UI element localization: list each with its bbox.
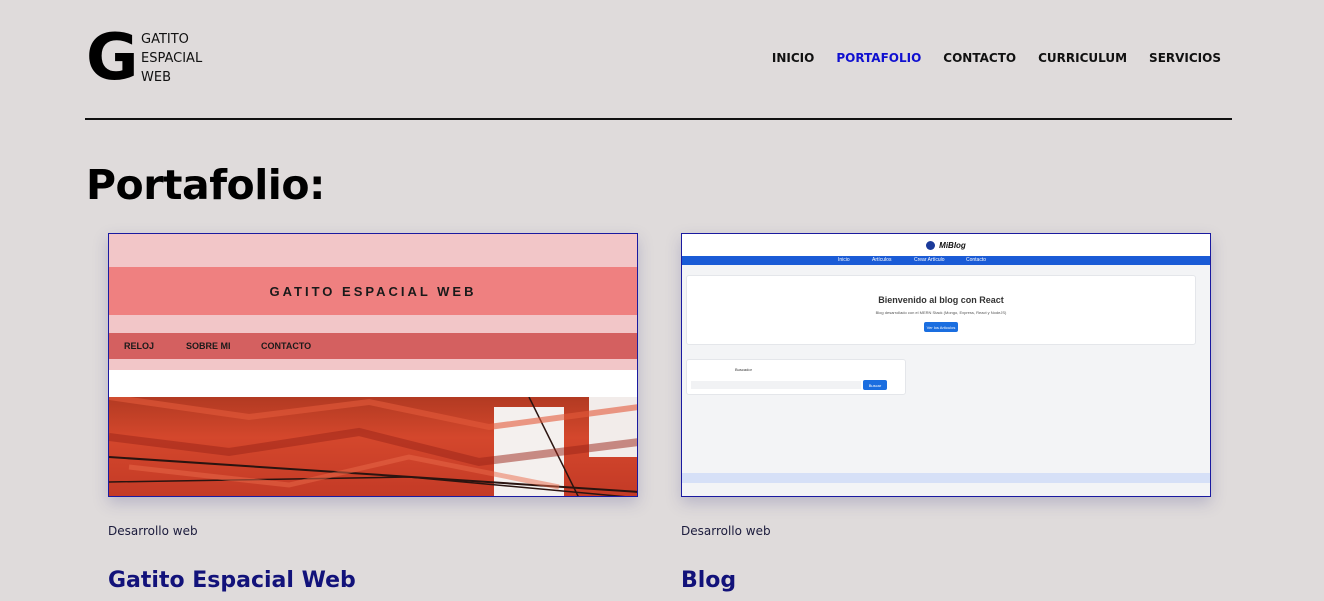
leaves-illustration (109, 394, 637, 496)
main-nav: INICIO PORTAFOLIO CONTACTO CURRICULUM SE… (772, 51, 1221, 65)
logo-line-3: WEB (141, 70, 171, 85)
nav-item-portafolio[interactable]: PORTAFOLIO (836, 51, 921, 65)
leaves-image (109, 394, 637, 496)
preview-nav: Inicio Artículos Crear Artículo Contacto (682, 256, 1210, 265)
logo-text[interactable]: GATITO ESPACIAL WEB (141, 30, 202, 87)
project-category: Desarrollo web (681, 524, 771, 538)
project-thumbnail[interactable]: MiBlog Inicio Artículos Crear Artículo C… (681, 233, 1211, 497)
preview-hero: Bienvenido al blog con React Blog desarr… (686, 275, 1196, 345)
preview-nav: RELOJ SOBRE MI CONTACTO (109, 333, 637, 359)
nav-item-curriculum[interactable]: CURRICULUM (1038, 51, 1127, 65)
project-card[interactable]: GATITO ESPACIAL WEB RELOJ SOBRE MI CONTA… (108, 233, 638, 593)
preview-banner: GATITO ESPACIAL WEB (109, 267, 637, 315)
nav-item-servicios[interactable]: SERVICIOS (1149, 51, 1221, 65)
project-card[interactable]: MiBlog Inicio Artículos Crear Artículo C… (681, 233, 1211, 593)
site-header: G GATITO ESPACIAL WEB INICIO PORTAFOLIO … (86, 26, 1232, 90)
blog-logo-icon (926, 240, 936, 250)
preview-search-card: Buscador Buscar (686, 359, 906, 395)
project-thumbnail[interactable]: GATITO ESPACIAL WEB RELOJ SOBRE MI CONTA… (108, 233, 638, 497)
project-category: Desarrollo web (108, 524, 198, 538)
logo-line-1: GATITO (141, 32, 189, 47)
logo-line-2: ESPACIAL (141, 51, 203, 66)
nav-item-inicio[interactable]: INICIO (772, 51, 814, 65)
preview-header: MiBlog (682, 234, 1210, 256)
header-divider (85, 118, 1232, 120)
logo-letter[interactable]: G (86, 26, 139, 90)
page-title: Portafolio: (86, 161, 325, 209)
nav-item-contacto[interactable]: CONTACTO (943, 51, 1016, 65)
project-title[interactable]: Blog (681, 568, 736, 593)
project-title[interactable]: Gatito Espacial Web (108, 568, 356, 593)
